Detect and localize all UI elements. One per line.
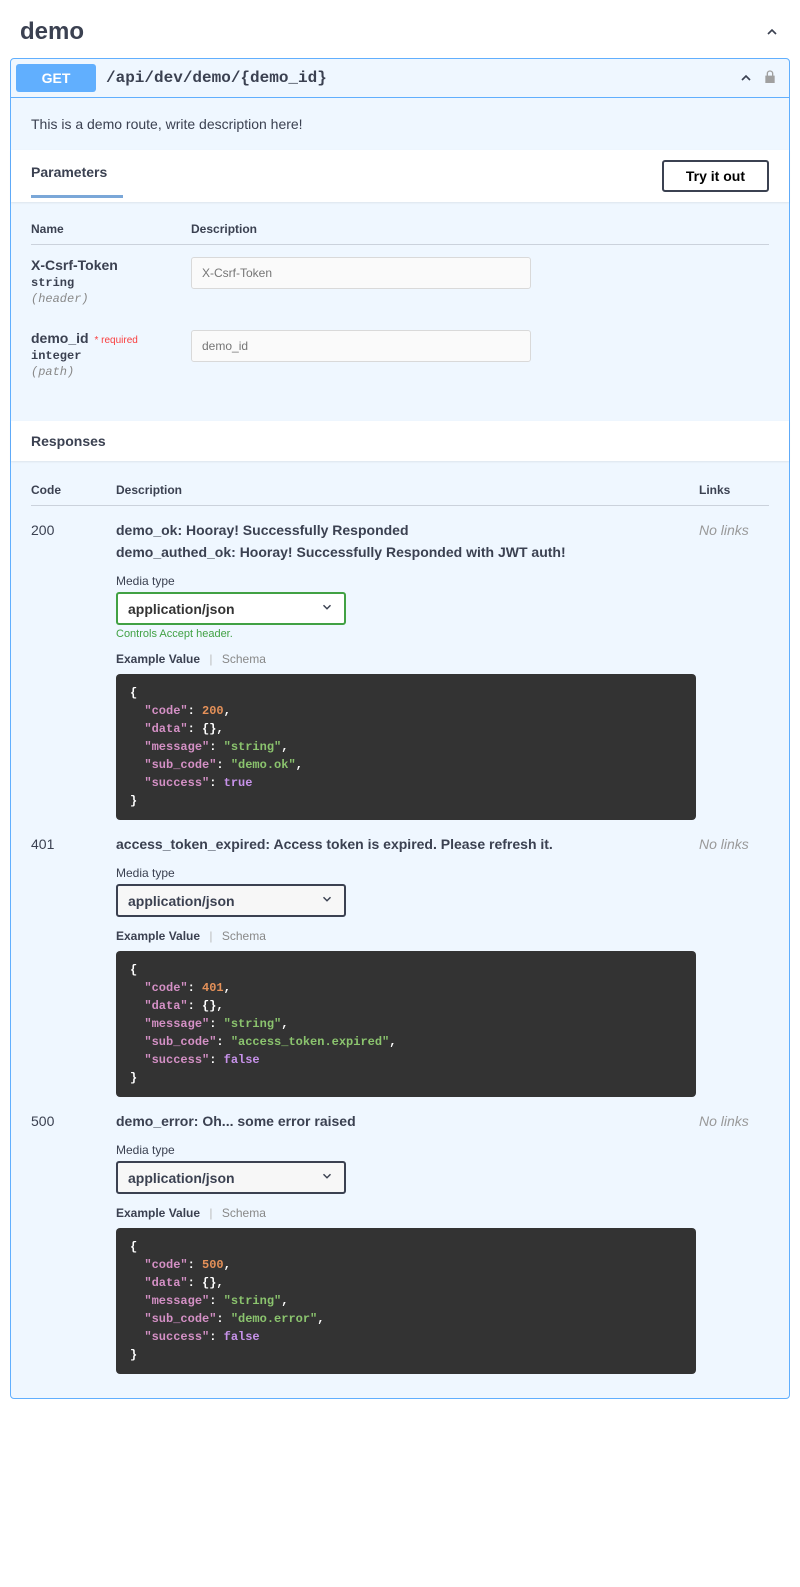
param-name: X-Csrf-Token [31,257,118,273]
col-header-name: Name [31,222,191,236]
response-code: 401 [31,836,116,1097]
response-description: demo_ok: Hooray! Successfully Responded [116,522,699,538]
parameters-title: Parameters [31,164,107,188]
example-tabs: Example Value | Schema [116,929,699,943]
param-input[interactable] [191,257,531,289]
parameter-row: X-Csrf-Token string (header) [31,245,769,318]
chevron-up-icon [764,24,780,40]
chevron-down-icon [320,892,334,909]
responses-title: Responses [31,433,769,449]
response-code: 500 [31,1113,116,1374]
try-it-out-button[interactable]: Try it out [662,160,769,192]
example-code: { "code": 200, "data": {}, "message": "s… [116,674,696,820]
responses-header: Responses [11,421,789,461]
example-tabs: Example Value | Schema [116,652,699,666]
required-marker: * required [94,335,137,346]
col-header-code: Code [31,483,116,497]
media-type-value: application/json [128,1170,320,1186]
param-name: demo_id [31,330,89,346]
chevron-down-icon [320,1169,334,1186]
chevron-up-icon [738,70,754,86]
response-description: demo_authed_ok: Hooray! Successfully Res… [116,544,699,560]
example-code: { "code": 401, "data": {}, "message": "s… [116,951,696,1097]
param-type: integer [31,349,191,363]
response-description: access_token_expired: Access token is ex… [116,836,699,852]
tag-name: demo [20,18,84,46]
operation-summary[interactable]: GET /api/dev/demo/{demo_id} [11,59,789,98]
tab-schema[interactable]: Schema [222,1206,266,1220]
param-type: string [31,276,191,290]
media-type-value: application/json [128,893,320,909]
col-header-description: Description [191,222,769,236]
media-type-label: Media type [116,866,699,880]
parameter-row: demo_id * required integer (path) [31,318,769,391]
response-links: No links [699,522,769,820]
responses-body: Code Description Links 200 demo_ok: Hoor… [11,461,789,1398]
response-links: No links [699,1113,769,1374]
col-header-links: Links [699,483,769,497]
response-description: demo_error: Oh... some error raised [116,1113,699,1129]
media-type-label: Media type [116,1143,699,1157]
response-row: 500 demo_error: Oh... some error raised … [31,1097,769,1374]
param-input[interactable] [191,330,531,362]
operation-block: GET /api/dev/demo/{demo_id} This is a de… [10,58,790,1399]
chevron-down-icon [320,600,334,617]
endpoint-path: /api/dev/demo/{demo_id} [106,69,738,87]
tab-schema[interactable]: Schema [222,652,266,666]
tab-example-value[interactable]: Example Value [116,929,200,943]
tab-schema[interactable]: Schema [222,929,266,943]
response-links: No links [699,836,769,1097]
lock-icon[interactable] [762,69,778,87]
param-in: (header) [31,292,191,306]
media-type-select[interactable]: application/json [116,592,346,625]
example-code: { "code": 500, "data": {}, "message": "s… [116,1228,696,1374]
media-type-value: application/json [128,601,320,617]
response-code: 200 [31,522,116,820]
method-badge: GET [16,64,96,92]
tab-example-value[interactable]: Example Value [116,652,200,666]
tag-header[interactable]: demo [10,10,790,58]
response-row: 200 demo_ok: Hooray! Successfully Respon… [31,506,769,820]
parameters-table: Name Description X-Csrf-Token string (he… [11,202,789,421]
accept-header-hint: Controls Accept header. [116,628,699,640]
response-row: 401 access_token_expired: Access token i… [31,820,769,1097]
media-type-label: Media type [116,574,699,588]
example-tabs: Example Value | Schema [116,1206,699,1220]
col-header-description: Description [116,483,699,497]
media-type-select[interactable]: application/json [116,884,346,917]
parameters-header: Parameters Try it out [11,150,789,202]
operation-description: This is a demo route, write description … [11,98,789,150]
media-type-select[interactable]: application/json [116,1161,346,1194]
tab-example-value[interactable]: Example Value [116,1206,200,1220]
param-in: (path) [31,365,191,379]
